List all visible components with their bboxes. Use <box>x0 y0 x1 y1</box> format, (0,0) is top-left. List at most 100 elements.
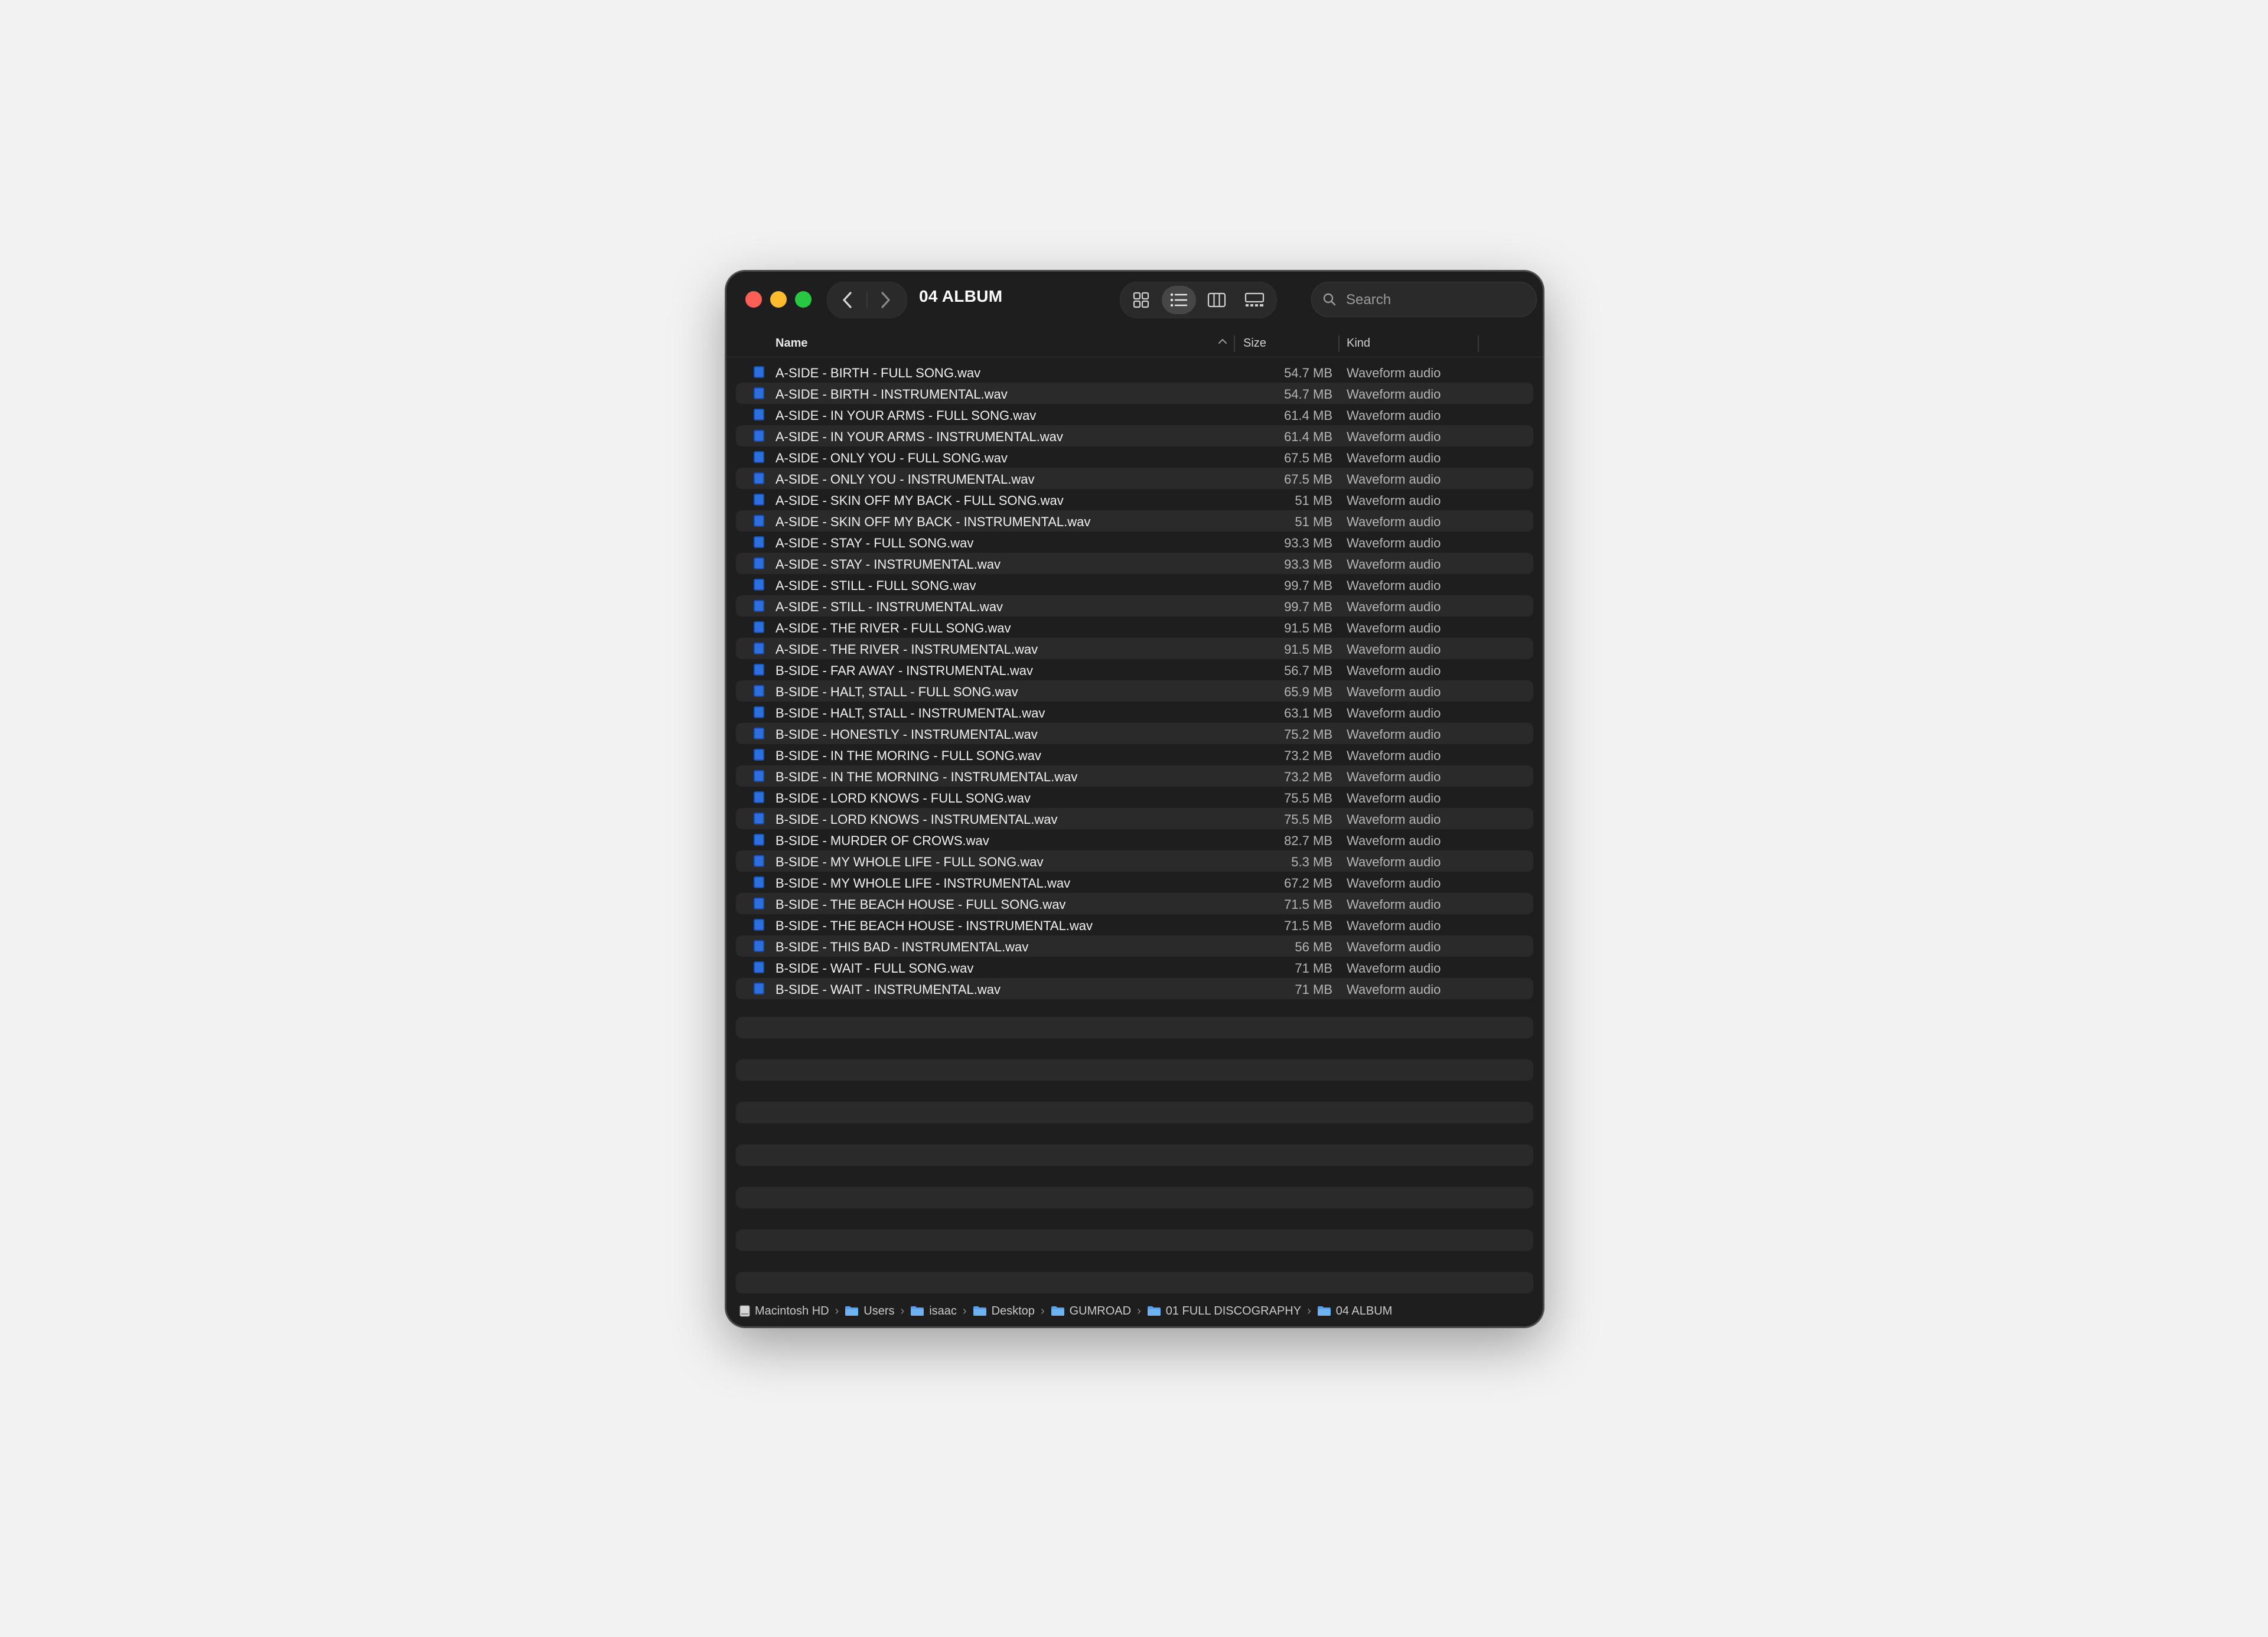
file-row[interactable]: A-SIDE - STAY - FULL SONG.wav 93.3 MB Wave… <box>736 531 1533 553</box>
gallery-view-button[interactable] <box>1237 286 1272 314</box>
search-icon <box>1323 293 1336 306</box>
file-row[interactable]: B-SIDE - MURDER OF CROWS.wav 82.7 MB Wavef… <box>736 829 1533 850</box>
file-name: B-SIDE - IN THE MORNING - INSTRUMENTAL.w… <box>775 769 1078 784</box>
path-crumb[interactable]: 01 FULL DISCOGRAPHY <box>1147 1305 1301 1318</box>
file-size: 61.4 MB <box>1284 429 1332 444</box>
sort-chevron-up-icon <box>1218 339 1227 344</box>
file-row[interactable]: B-SIDE - THIS BAD - INSTRUMENTAL.wav 56 M… <box>736 935 1533 957</box>
file-kind: Waveform audio <box>1347 429 1441 444</box>
file-row[interactable]: A-SIDE - SKIN OFF MY BACK - FULL SONG.wa… <box>736 489 1533 510</box>
file-size: 93.3 MB <box>1284 557 1332 572</box>
finder-window: 04 ALBUM Search Name Size Kind A-SIDE - … <box>725 270 1544 1328</box>
close-button[interactable] <box>745 291 762 308</box>
file-row[interactable]: B-SIDE - IN THE MORNING - INSTRUMENTAL.w… <box>736 765 1533 787</box>
column-divider[interactable] <box>1338 335 1340 352</box>
file-size: 54.7 MB <box>1284 387 1332 402</box>
column-kind-header[interactable]: Kind <box>1347 337 1370 350</box>
column-size-header[interactable]: Size <box>1243 337 1266 350</box>
file-row[interactable]: B-SIDE - HALT, STALL - FULL SONG.wav 65.9… <box>736 680 1533 702</box>
audio-file-icon <box>754 706 764 718</box>
file-row[interactable]: B-SIDE - WAIT - INSTRUMENTAL.wav 71 MB Wav… <box>736 978 1533 999</box>
file-row[interactable]: A-SIDE - STAY - INSTRUMENTAL.wav 93.3 MB W… <box>736 553 1533 574</box>
path-crumb[interactable]: Desktop <box>973 1305 1035 1318</box>
folder-icon <box>1051 1306 1064 1316</box>
audio-file-icon <box>754 876 764 888</box>
search-field[interactable] <box>1311 282 1537 318</box>
file-row[interactable]: A-SIDE - STILL - INSTRUMENTAL.wav 99.7 MB… <box>736 595 1533 617</box>
file-size: 67.5 MB <box>1284 472 1332 487</box>
audio-file-icon <box>754 557 764 569</box>
audio-file-icon <box>754 983 764 994</box>
file-size: 99.7 MB <box>1284 599 1332 614</box>
audio-file-icon <box>754 664 764 676</box>
path-crumb[interactable]: 04 ALBUM <box>1317 1305 1392 1318</box>
folder-icon <box>911 1306 924 1316</box>
file-row[interactable]: A-SIDE - ONLY YOU - INSTRUMENTAL.wav 67.5… <box>736 468 1533 489</box>
file-row[interactable]: A-SIDE - ONLY YOU - FULL SONG.wav 67.5 MB… <box>736 446 1533 468</box>
file-name: B-SIDE - HONESTLY - INSTRUMENTAL.wav <box>775 727 1038 742</box>
file-row[interactable]: A-SIDE - STILL - FULL SONG.wav 99.7 MB Wav… <box>736 574 1533 595</box>
file-size: 51 MB <box>1295 493 1332 508</box>
folder-icon <box>973 1306 986 1316</box>
path-crumb[interactable]: isaac <box>910 1305 957 1318</box>
file-row[interactable]: B-SIDE - THE BEACH HOUSE - INSTRUMENTAL.… <box>736 914 1533 935</box>
grid-icon <box>1133 292 1149 308</box>
disk-icon <box>739 1305 750 1317</box>
file-row[interactable]: A-SIDE - BIRTH - FULL SONG.wav 54.7 MB Wav… <box>736 361 1533 383</box>
file-row[interactable]: B-SIDE - LORD KNOWS - FULL SONG.wav 75.5 … <box>736 787 1533 808</box>
column-name-header[interactable]: Name <box>775 337 807 350</box>
file-row[interactable]: B-SIDE - MY WHOLE LIFE - INSTRUMENTAL.wa… <box>736 872 1533 893</box>
file-row[interactable]: B-SIDE - HONESTLY - INSTRUMENTAL.wav 75.2… <box>736 723 1533 744</box>
zoom-button[interactable] <box>795 291 812 308</box>
file-row[interactable]: A-SIDE - IN YOUR ARMS - INSTRUMENTAL.wav… <box>736 425 1533 446</box>
file-size: 65.9 MB <box>1284 684 1332 699</box>
file-row[interactable]: A-SIDE - IN YOUR ARMS - FULL SONG.wav 61.… <box>736 404 1533 425</box>
column-view-button[interactable] <box>1200 286 1234 314</box>
path-crumb[interactable]: GUMROAD <box>1051 1305 1131 1318</box>
file-kind: Waveform audio <box>1347 621 1441 635</box>
file-kind: Waveform audio <box>1347 387 1441 402</box>
audio-file-icon <box>754 366 764 378</box>
file-kind: Waveform audio <box>1347 961 1441 976</box>
forward-button[interactable] <box>868 282 903 318</box>
file-name: B-SIDE - IN THE MORING - FULL SONG.wav <box>775 748 1041 763</box>
file-row[interactable]: B-SIDE - IN THE MORING - FULL SONG.wav 73… <box>736 744 1533 765</box>
chevron-right-separator-icon: › <box>962 1304 967 1318</box>
file-row[interactable]: B-SIDE - MY WHOLE LIFE - FULL SONG.wav 5.… <box>736 850 1533 872</box>
file-row[interactable]: B-SIDE - FAR AWAY - INSTRUMENTAL.wav 56.7… <box>736 659 1533 680</box>
chevron-right-separator-icon: › <box>1307 1304 1311 1318</box>
file-row[interactable]: B-SIDE - HALT, STALL - INSTRUMENTAL.wav 6… <box>736 702 1533 723</box>
list-view-button[interactable] <box>1162 286 1196 314</box>
file-row[interactable]: B-SIDE - LORD KNOWS - INSTRUMENTAL.wav 75… <box>736 808 1533 829</box>
file-row[interactable]: A-SIDE - THE RIVER - INSTRUMENTAL.wav 91.… <box>736 638 1533 659</box>
empty-row-stripe <box>736 1272 1533 1293</box>
file-size: 56.7 MB <box>1284 663 1332 678</box>
minimize-button[interactable] <box>770 291 787 308</box>
column-header: Name Size Kind <box>726 331 1543 357</box>
file-row[interactable]: A-SIDE - SKIN OFF MY BACK - INSTRUMENTAL… <box>736 510 1533 531</box>
icon-view-button[interactable] <box>1124 286 1158 314</box>
path-crumb[interactable]: Macintosh HD <box>739 1305 829 1318</box>
file-kind: Waveform audio <box>1347 408 1441 423</box>
file-row[interactable]: A-SIDE - BIRTH - INSTRUMENTAL.wav 54.7 MB… <box>736 383 1533 404</box>
path-crumb[interactable]: Users <box>845 1305 895 1318</box>
file-name: A-SIDE - SKIN OFF MY BACK - INSTRUMENTAL… <box>775 514 1091 529</box>
file-row[interactable]: A-SIDE - THE RIVER - FULL SONG.wav 91.5 M… <box>736 617 1533 638</box>
file-size: 71 MB <box>1295 982 1332 997</box>
file-size: 73.2 MB <box>1284 748 1332 763</box>
file-row[interactable]: B-SIDE - WAIT - FULL SONG.wav 71 MB Wavefo… <box>736 957 1533 978</box>
column-divider[interactable] <box>1478 335 1479 352</box>
audio-file-icon <box>754 515 764 527</box>
file-name: B-SIDE - THE BEACH HOUSE - INSTRUMENTAL.… <box>775 918 1093 933</box>
file-kind: Waveform audio <box>1347 663 1441 678</box>
audio-file-icon <box>754 621 764 633</box>
back-button[interactable] <box>830 282 865 318</box>
audio-file-icon <box>754 898 764 909</box>
path-crumb-label: Macintosh HD <box>755 1304 829 1318</box>
path-bar: Macintosh HD › Users › isaac › Desktop › GUMROAD… <box>726 1296 1543 1326</box>
audio-file-icon <box>754 643 764 654</box>
search-input[interactable] <box>1345 282 1524 318</box>
file-row[interactable]: B-SIDE - THE BEACH HOUSE - FULL SONG.wav… <box>736 893 1533 914</box>
path-crumb-label: 01 FULL DISCOGRAPHY <box>1165 1304 1302 1318</box>
column-divider[interactable] <box>1234 335 1235 352</box>
